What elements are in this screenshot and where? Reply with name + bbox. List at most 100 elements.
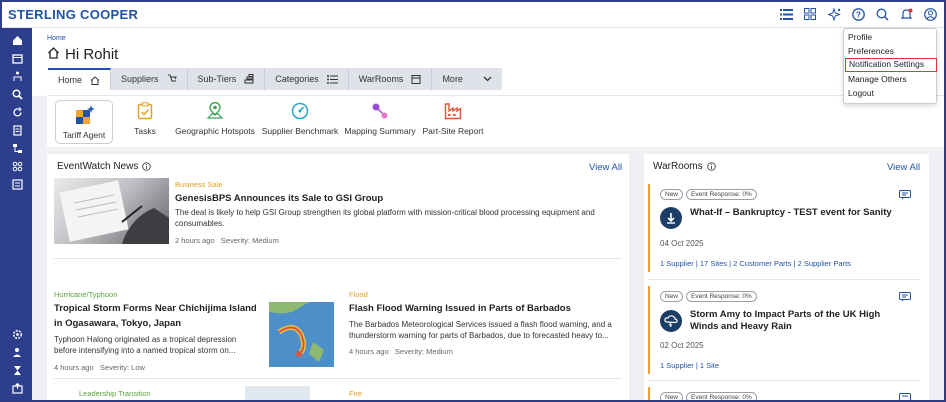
brand-logo[interactable]: STERLING COOPER (8, 7, 138, 22)
search-sidebar-icon[interactable] (9, 86, 25, 102)
warroom-pills: New Event Response: 0% (660, 187, 760, 200)
news-meta: 4 hours ago Severity: Low (54, 363, 145, 372)
refresh-icon[interactable] (9, 104, 25, 120)
notification-icon[interactable] (898, 6, 914, 22)
news-image-business[interactable] (54, 178, 169, 244)
storm-icon (660, 310, 682, 332)
info-icon[interactable] (142, 162, 152, 171)
menu-item-profile[interactable]: Profile (848, 32, 872, 42)
breadcrumb[interactable]: Home (47, 35, 66, 42)
greeting-text: Hi Rohit (65, 46, 119, 63)
hourglass-icon[interactable] (9, 362, 25, 378)
warrooms-card: WarRooms View All New Event Response: 0% … (644, 154, 929, 402)
news-headline[interactable]: Tropical Storm Forms Near Chichijima Isl… (54, 301, 259, 331)
eventwatch-view-all-link[interactable]: View All (589, 162, 622, 173)
user-menu-dropdown: Profile Preferences Notification Setting… (843, 28, 937, 104)
top-bar: STERLING COOPER ? (2, 2, 944, 28)
qa-label: Tariff Agent (62, 130, 106, 140)
main-content: Home Hi Rohit Home Suppliers Sub-Tiers C… (32, 28, 944, 402)
warroom-title[interactable]: What-If – Bankruptcy - TEST event for Sa… (690, 207, 895, 219)
news-severity: Severity: Medium (220, 236, 279, 245)
qa-label: Part-Site Report (422, 126, 484, 136)
tab-label: Suppliers (121, 74, 159, 84)
home-icon[interactable] (9, 32, 25, 48)
sparkle-icon[interactable] (826, 6, 842, 22)
qa-label: Mapping Summary (344, 126, 416, 136)
news-headline[interactable]: GenesisBPS Announces its Sale to GSI Gro… (175, 191, 615, 206)
news-time: 4 hours ago (349, 347, 389, 356)
document-icon[interactable] (9, 122, 25, 138)
warrooms-view-all-link[interactable]: View All (887, 162, 920, 173)
warroom-links[interactable]: 1 Supplier | 1 Site (660, 361, 719, 370)
page-title: Hi Rohit (47, 46, 118, 63)
tab-sub-tiers[interactable]: Sub-Tiers (188, 68, 266, 90)
report-icon[interactable] (9, 176, 25, 192)
list-icon[interactable] (778, 6, 794, 22)
svg-text:?: ? (856, 10, 861, 19)
part-site-report-button[interactable]: Part-Site Report (422, 100, 484, 136)
chat-icon[interactable] (899, 393, 911, 402)
qa-label: Geographic Hotspots (175, 126, 255, 136)
gauge-icon (291, 102, 309, 120)
tab-home[interactable]: Home (48, 68, 112, 90)
menu-item-notification-settings[interactable]: Notification Settings (845, 58, 937, 72)
warroom-item[interactable]: New Event Response: 0% (648, 387, 913, 402)
settings-icon[interactable] (9, 326, 25, 342)
news-category: Hurricane/Typhoon (54, 290, 118, 299)
menu-item-logout[interactable]: Logout (848, 88, 874, 98)
tariff-agent-icon (76, 105, 95, 124)
response-badge: Event Response: 0% (686, 291, 757, 302)
status-badge: New (660, 291, 684, 302)
help-icon[interactable]: ? (850, 6, 866, 22)
tab-more[interactable]: More (432, 68, 502, 90)
status-badge: New (660, 392, 684, 400)
tab-label: Home (58, 75, 83, 85)
chat-icon[interactable] (899, 292, 911, 302)
warrooms-title-text: WarRooms (653, 161, 703, 172)
user-icon[interactable] (922, 6, 938, 22)
tariff-agent-button[interactable]: Tariff Agent (55, 100, 113, 144)
tab-warrooms[interactable]: WarRooms (349, 68, 433, 90)
news-category: Flood (349, 290, 368, 299)
supplier-benchmark-button[interactable]: Supplier Benchmark (261, 100, 339, 136)
menu-item-preferences[interactable]: Preferences (848, 46, 894, 56)
news-image-partial[interactable] (245, 386, 310, 400)
sidebar (2, 28, 32, 400)
warroom-links[interactable]: 1 Supplier | 17 Sites | 2 Customer Parts… (660, 259, 851, 268)
warroom-title[interactable]: Storm Amy to Impact Parts of the UK High… (690, 309, 910, 333)
layers-icon (244, 74, 254, 84)
user-settings-icon[interactable] (9, 344, 25, 360)
menu-item-manage-others[interactable]: Manage Others (848, 74, 907, 84)
info-icon[interactable] (706, 162, 716, 171)
chat-icon[interactable] (899, 190, 911, 200)
news-body: Typhoon Halong originated as a tropical … (54, 335, 237, 355)
tab-label: More (442, 74, 463, 84)
tab-categories[interactable]: Categories (265, 68, 349, 90)
network-icon[interactable] (9, 140, 25, 156)
warroom-date: 02 Oct 2025 (660, 341, 704, 350)
warroom-item[interactable]: New Event Response: 0% Storm Amy to Impac… (648, 286, 913, 374)
geographic-hotspots-button[interactable]: Geographic Hotspots (174, 100, 256, 136)
hierarchy-icon[interactable] (9, 68, 25, 84)
response-badge: Event Response: 0% (686, 392, 757, 400)
qa-label: Tasks (134, 126, 156, 136)
export-icon[interactable] (9, 380, 25, 396)
eventwatch-title: EventWatch News (57, 161, 152, 172)
grid-icon[interactable] (802, 6, 818, 22)
chevron-down-icon (483, 76, 492, 82)
news-headline[interactable]: Flash Flood Warning Issued in Parts of B… (349, 301, 619, 316)
news-meta: 2 hours ago Severity: Medium (175, 236, 279, 245)
news-image-typhoon-map[interactable] (269, 302, 334, 367)
warroom-pills: New Event Response: 0% (660, 289, 760, 302)
apps-icon[interactable] (9, 158, 25, 174)
tasks-button[interactable]: Tasks (130, 100, 160, 136)
eventwatch-title-text: EventWatch News (57, 161, 139, 172)
warroom-item[interactable]: New Event Response: 0% What-If – Bankrupt… (648, 184, 913, 272)
tab-label: Sub-Tiers (197, 74, 237, 84)
calendar-icon[interactable] (9, 50, 25, 66)
eventwatch-card: EventWatch News View All Business Sale G… (47, 154, 629, 400)
quick-actions-bar: Tariff Agent Tasks Geographic Hotspots S… (47, 95, 944, 147)
tab-suppliers[interactable]: Suppliers (111, 68, 188, 90)
search-icon[interactable] (874, 6, 890, 22)
mapping-summary-button[interactable]: Mapping Summary (344, 100, 416, 136)
